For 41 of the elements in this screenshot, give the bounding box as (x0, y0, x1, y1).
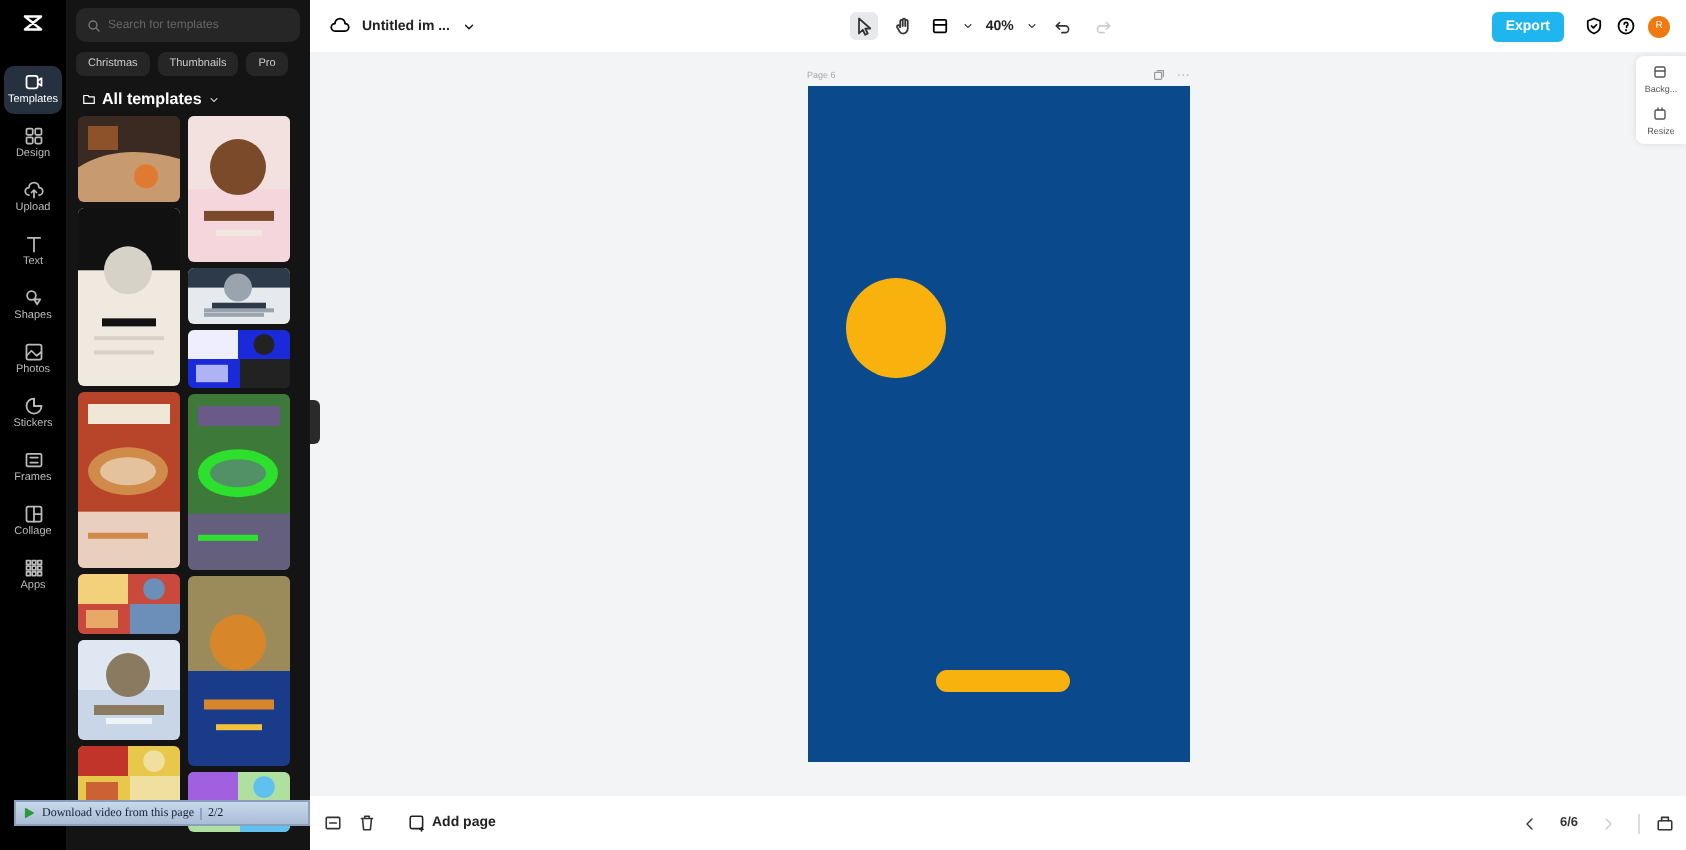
more-icon (1175, 68, 1189, 82)
chevron-down-icon (461, 19, 476, 33)
hand-icon (893, 16, 914, 36)
search-icon (86, 17, 102, 33)
shapes-icon (23, 288, 43, 308)
panel-handle[interactable] (310, 400, 320, 444)
page-artboard[interactable] (807, 86, 1189, 762)
layers-icon (1652, 64, 1669, 80)
folder-icon (82, 92, 96, 106)
page-panel-icon (1656, 814, 1674, 832)
circle-shape[interactable] (845, 278, 945, 378)
duplicate-icon (1151, 68, 1165, 82)
undo-icon (1054, 17, 1073, 35)
tool-button[interactable] (849, 12, 878, 40)
video-icon (23, 72, 43, 92)
play-icon (22, 806, 36, 820)
apps-icon (23, 558, 43, 578)
help-icon (1616, 16, 1637, 36)
grid-icon (23, 126, 43, 146)
chevron-down-icon (1025, 20, 1038, 32)
shield-check-icon (1584, 16, 1605, 36)
add-page-icon (408, 814, 426, 832)
chevron-down-icon (961, 20, 974, 32)
cloud-icon (330, 16, 350, 36)
cloud-upload-icon (23, 180, 43, 200)
rounded-bar-shape[interactable] (935, 670, 1069, 692)
text-icon (23, 234, 43, 254)
frame-icon (23, 450, 43, 470)
trash-icon (358, 814, 376, 832)
panel-heading: All templates (102, 90, 202, 108)
sticker-icon (23, 396, 43, 416)
chevron-right-icon (1600, 815, 1616, 831)
resize-icon (1652, 106, 1669, 122)
image-icon (23, 342, 43, 362)
logo-icon (20, 10, 46, 36)
cursor-icon (853, 16, 874, 36)
chevron-left-icon (1521, 815, 1538, 831)
layout-icon (929, 16, 950, 36)
chevron-down-icon (207, 93, 220, 105)
collage-icon (23, 504, 43, 524)
redo-icon (1094, 17, 1113, 35)
